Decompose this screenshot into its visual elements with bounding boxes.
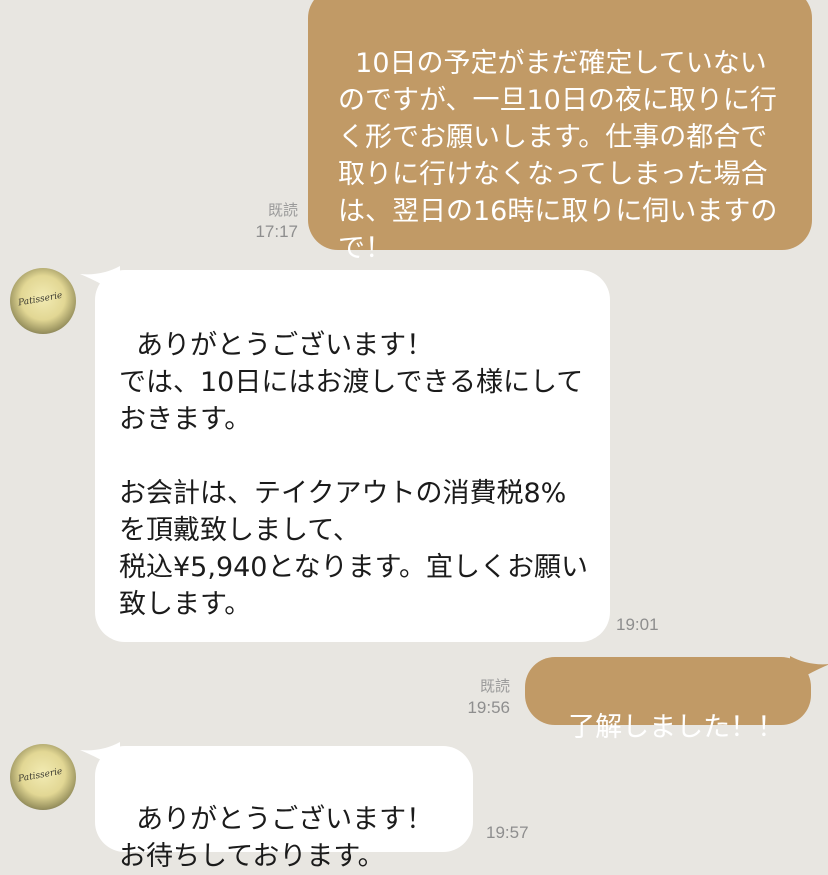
sender-avatar[interactable]: Patisserie <box>10 744 76 810</box>
message-text: ありがとうございます！ では、10日にはお渡しできる様にしておきます。 お会計は… <box>119 330 588 620</box>
outgoing-message-bubble[interactable]: 了解しました！！ <box>525 657 811 743</box>
message-meta: 既読 17:17 <box>236 200 298 242</box>
timestamp: 19:56 <box>467 698 510 717</box>
message-meta: 既読 19:56 <box>448 676 510 718</box>
message-text: 了解しました！！ <box>568 712 785 743</box>
incoming-message-bubble[interactable]: ありがとうございます！ お待ちしております。 <box>95 746 473 872</box>
outgoing-message-bubble[interactable]: 10日の予定がまだ確定していないのですが、一旦10日の夜に取りに行く形でお願いし… <box>308 0 812 264</box>
read-receipt: 既読 <box>267 202 298 219</box>
avatar-logo-text: Patisserie <box>17 766 64 785</box>
incoming-message-bubble[interactable]: ありがとうございます！ では、10日にはお渡しできる様にしておきます。 お会計は… <box>95 270 610 642</box>
timestamp: 19:57 <box>486 823 529 842</box>
avatar-logo-text: Patisserie <box>17 290 64 309</box>
read-receipt: 既読 <box>479 678 510 695</box>
bubble-tail <box>790 656 828 686</box>
message-text: 10日の予定がまだ確定していないのですが、一旦10日の夜に取りに行く形でお願いし… <box>338 48 778 264</box>
timestamp: 19:01 <box>616 615 659 634</box>
sender-avatar[interactable]: Patisserie <box>10 268 76 334</box>
timestamp: 17:17 <box>255 222 298 241</box>
